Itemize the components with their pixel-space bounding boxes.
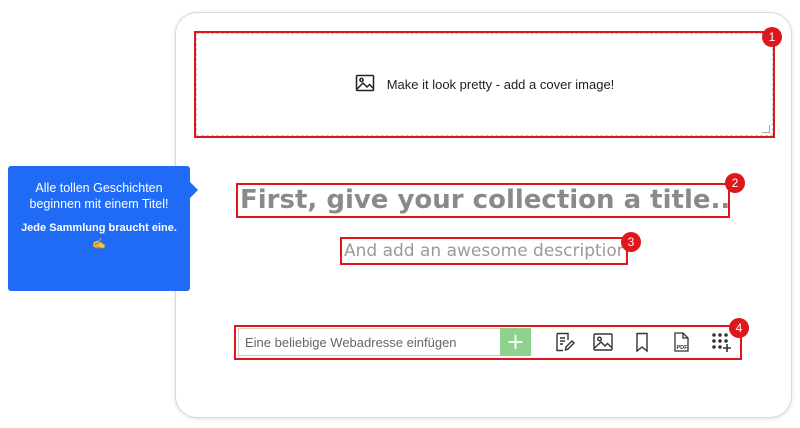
annotation-badge-3: 3	[621, 232, 641, 252]
tooltip-sub-text: Jede Sammlung braucht eine. ✍	[21, 222, 177, 250]
bookmark-icon[interactable]	[630, 330, 654, 354]
add-cover-image-button[interactable]: Make it look pretty - add a cover image!	[196, 33, 773, 136]
add-url-button[interactable]: +	[500, 328, 531, 356]
image-icon	[355, 73, 375, 96]
stage: Make it look pretty - add a cover image!…	[0, 0, 800, 428]
url-input[interactable]	[238, 328, 500, 356]
tooltip-main-text: Alle tollen Geschichten beginnen mit ein…	[29, 181, 169, 211]
annotation-badge-1: 1	[762, 27, 782, 47]
more-apps-icon[interactable]	[709, 330, 733, 354]
image-icon[interactable]	[591, 330, 615, 354]
text-note-icon[interactable]	[552, 330, 576, 354]
pdf-icon[interactable]: PDF	[669, 330, 693, 354]
resize-handle[interactable]	[762, 125, 770, 133]
svg-text:PDF: PDF	[677, 345, 689, 351]
collection-description-input[interactable]	[342, 238, 626, 264]
collection-title-input[interactable]	[238, 183, 732, 217]
annotation-badge-2: 2	[725, 173, 745, 193]
annotation-badge-4: 4	[729, 318, 749, 338]
cover-label: Make it look pretty - add a cover image!	[386, 77, 615, 92]
onboarding-tooltip: Alle tollen Geschichten beginnen mit ein…	[8, 166, 198, 291]
